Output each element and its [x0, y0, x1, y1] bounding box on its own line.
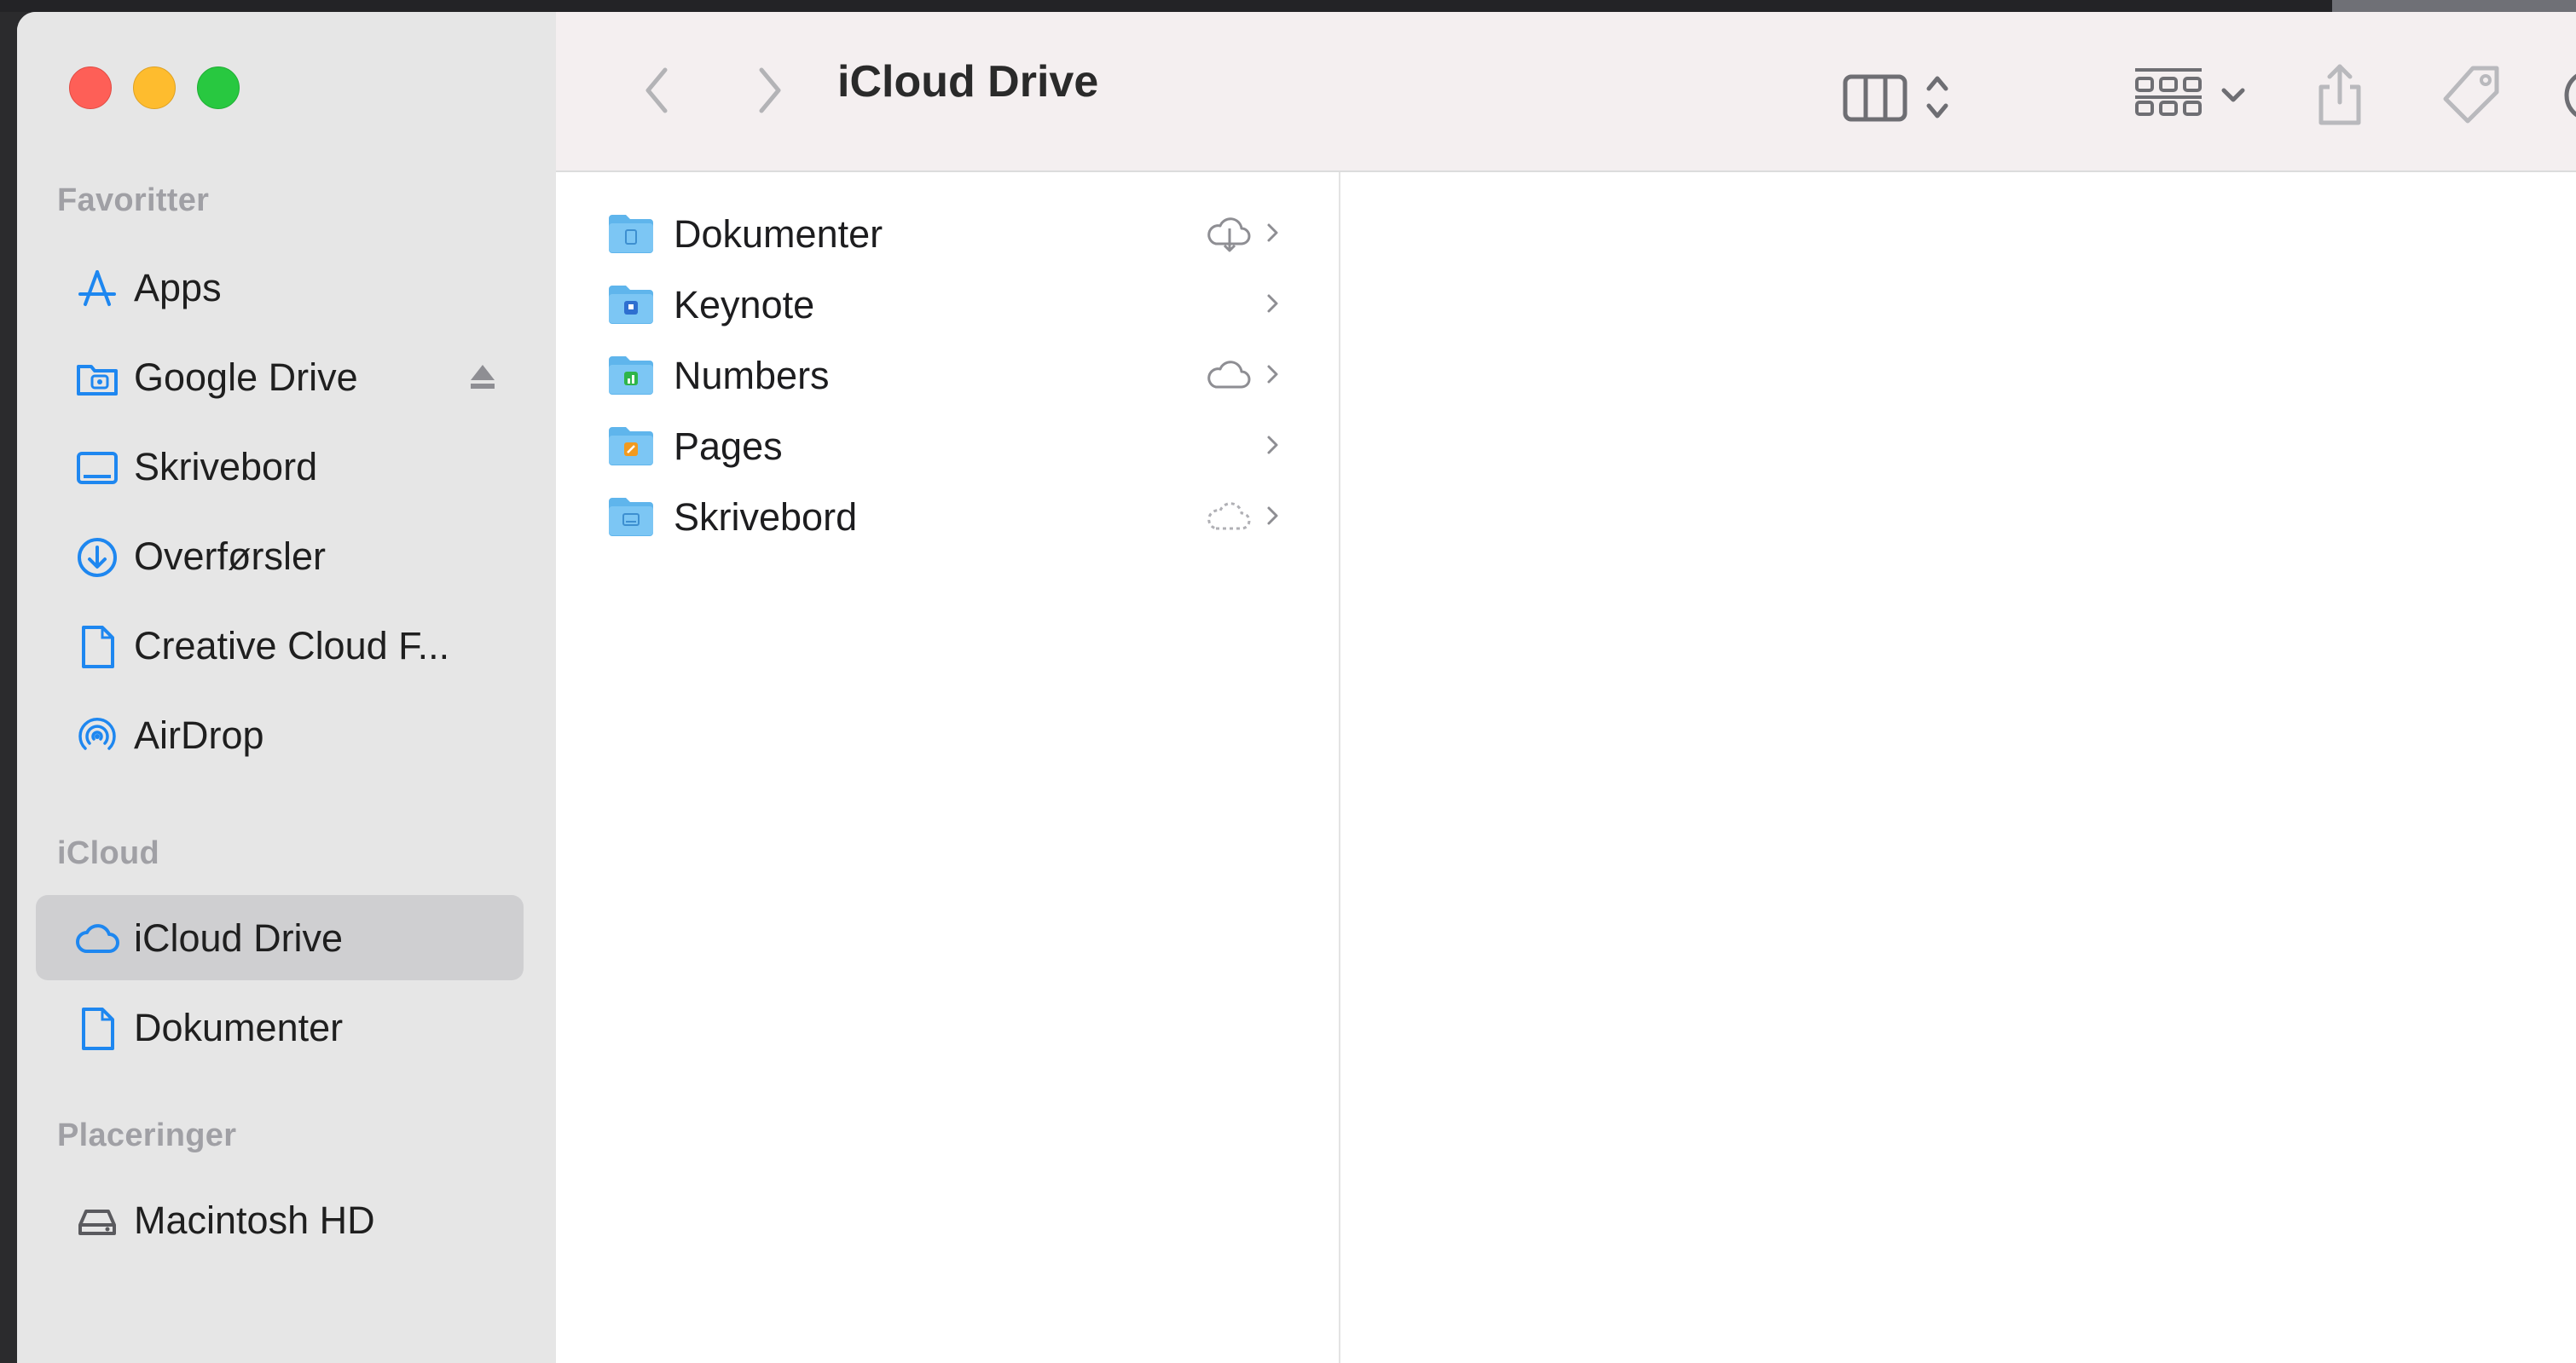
list-item[interactable]: Dokumenter: [556, 198, 1339, 268]
chevron-right-icon: [1267, 365, 1278, 384]
folder-drive-icon: [77, 365, 118, 396]
sidebar-item-label: Dokumenter: [134, 1006, 344, 1049]
folder-numbers-icon: [609, 356, 653, 395]
download-icon: [78, 538, 117, 577]
chevron-right-icon: [1267, 436, 1278, 454]
finder-window: Favoritter Apps Google Drive Skrivebord …: [17, 12, 2576, 1363]
chevron-right-icon: [1267, 223, 1278, 242]
sidebar-item-label: AirDrop: [134, 713, 264, 757]
group-icon[interactable]: [2132, 65, 2205, 128]
sidebar-item-creative-cloud[interactable]: Creative Cloud F...: [36, 603, 524, 688]
sidebar-item-label: Skrivebord: [134, 445, 318, 488]
folder-documents-icon: [609, 215, 653, 253]
list-item[interactable]: Skrivebord: [556, 481, 1339, 551]
section-title-locations: Placeringer: [57, 1118, 237, 1153]
close-button[interactable]: [69, 66, 112, 109]
sidebar-item-macintosh-hd[interactable]: Macintosh HD: [36, 1177, 524, 1262]
sidebar-item-downloads[interactable]: Overførsler: [36, 513, 524, 598]
sidebar-item-apps[interactable]: Apps: [36, 245, 524, 330]
eject-icon[interactable]: [466, 360, 500, 394]
document-icon: [82, 1008, 114, 1050]
sidebar-item-label: Macintosh HD: [134, 1198, 375, 1242]
view-options-chevron-icon[interactable]: [1922, 68, 1953, 126]
desktop-background: [0, 0, 2576, 12]
back-chevron-icon[interactable]: [641, 65, 672, 116]
file-list-column: Dokumenter Keynote Numbers Pages Skriveb…: [556, 172, 1340, 1363]
airdrop-icon: [78, 717, 116, 750]
tag-icon[interactable]: [2439, 63, 2504, 128]
desktop-icon: [77, 452, 118, 484]
file-name: Numbers: [674, 354, 830, 397]
sidebar: Favoritter Apps Google Drive Skrivebord …: [17, 12, 558, 1363]
list-item[interactable]: Keynote: [556, 269, 1339, 338]
folder-desktop-icon: [609, 498, 653, 536]
chevron-right-icon: [1267, 294, 1278, 313]
file-name: Pages: [674, 424, 783, 468]
file-name: Keynote: [674, 283, 815, 326]
sidebar-item-label: iCloud Drive: [134, 916, 344, 960]
share-icon[interactable]: [2314, 60, 2365, 128]
file-name: Skrivebord: [674, 495, 858, 539]
sidebar-item-airdrop[interactable]: AirDrop: [36, 692, 524, 777]
sidebar-item-google-drive[interactable]: Google Drive: [36, 334, 524, 419]
more-options-icon[interactable]: [2562, 66, 2576, 124]
document-icon: [82, 626, 114, 668]
file-name: Dokumenter: [674, 212, 883, 256]
apps-icon: [78, 270, 116, 306]
chevron-down-icon[interactable]: [2219, 85, 2248, 106]
section-title-icloud: iCloud: [57, 835, 159, 871]
sidebar-item-icloud-drive[interactable]: iCloud Drive: [36, 895, 524, 980]
cloud-download-icon[interactable]: [1204, 213, 1252, 252]
window-title: iCloud Drive: [837, 57, 1099, 107]
list-item[interactable]: Numbers: [556, 339, 1339, 409]
cloud-icon: [76, 924, 119, 953]
chevron-right-icon: [1267, 506, 1278, 525]
section-title-favorites: Favoritter: [57, 182, 210, 218]
hard-drive-icon: [78, 1210, 116, 1235]
sidebar-item-label: Apps: [134, 266, 222, 309]
folder-pages-icon: [609, 427, 653, 465]
detail-column: [1340, 172, 2576, 1363]
list-item[interactable]: Pages: [556, 410, 1339, 480]
toolbar: iCloud Drive: [556, 12, 2576, 172]
sidebar-item-documents[interactable]: Dokumenter: [36, 985, 524, 1070]
folder-keynote-icon: [609, 286, 653, 324]
sidebar-item-label: Creative Cloud F...: [134, 624, 450, 667]
desktop-background-light: [2332, 0, 2576, 12]
minimize-button[interactable]: [133, 66, 176, 109]
sidebar-item-desktop[interactable]: Skrivebord: [36, 424, 524, 509]
cloud-dashed-icon[interactable]: [1204, 496, 1252, 535]
column-view-icon[interactable]: [1842, 72, 1908, 123]
sidebar-item-label: Overførsler: [134, 534, 326, 578]
sidebar-item-label: Google Drive: [134, 355, 358, 399]
forward-chevron-icon[interactable]: [755, 65, 785, 116]
zoom-button[interactable]: [197, 66, 240, 109]
cloud-icon[interactable]: [1204, 355, 1252, 394]
